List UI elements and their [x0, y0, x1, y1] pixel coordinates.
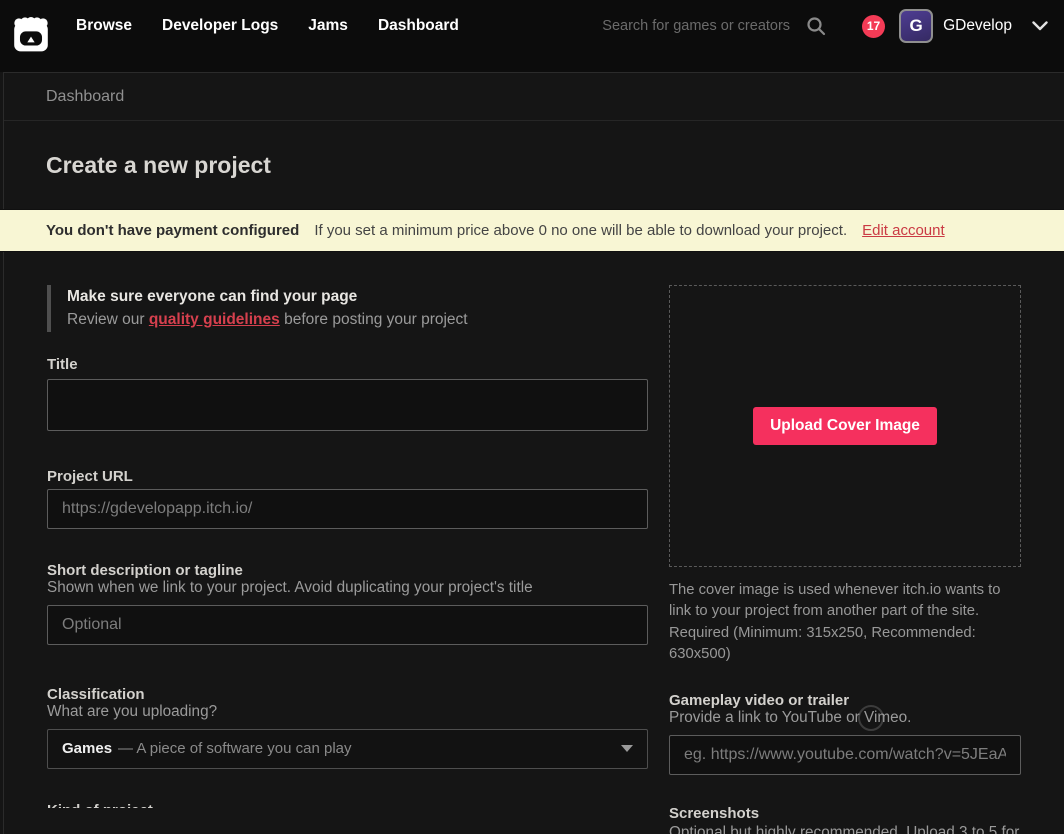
- quality-guidelines-link[interactable]: quality guidelines: [149, 311, 280, 328]
- search-input[interactable]: Search for games or creators: [602, 18, 790, 34]
- short-description-help: Shown when we link to your project. Avoi…: [47, 579, 648, 597]
- upload-cover-image-button[interactable]: Upload Cover Image: [753, 407, 937, 445]
- search-icon[interactable]: [806, 16, 826, 36]
- screenshots-label: Screenshots: [669, 805, 1021, 822]
- breadcrumb-bar: Dashboard: [4, 73, 1064, 121]
- page-container: Dashboard Create a new project You don't…: [3, 72, 1064, 834]
- payment-warning-banner: You don't have payment configured If you…: [0, 209, 1064, 252]
- project-url-input[interactable]: [47, 489, 648, 529]
- cover-image-description: The cover image is used whenever itch.io…: [669, 580, 1021, 666]
- quality-note-text-after: before posting your project: [280, 311, 468, 328]
- title-input[interactable]: [47, 379, 648, 431]
- banner-text: If you set a minimum price above 0 no on…: [314, 222, 847, 239]
- gameplay-video-input[interactable]: [669, 735, 1021, 775]
- kind-of-project-section: Kind of project: [47, 802, 648, 808]
- classification-selected-desc: — A piece of software you can play: [118, 740, 351, 757]
- short-description-input[interactable]: [47, 605, 648, 645]
- kind-of-project-label: Kind of project: [47, 802, 648, 808]
- classification-selected-value: Games: [62, 740, 112, 757]
- form-left-column: Make sure everyone can find your page Re…: [47, 285, 648, 834]
- itchio-logo-icon[interactable]: [10, 13, 52, 55]
- banner-bold-text: You don't have payment configured: [46, 222, 299, 239]
- classification-select[interactable]: Games — A piece of software you can play: [47, 729, 648, 769]
- chevron-down-icon[interactable]: [1032, 21, 1048, 31]
- notification-badge[interactable]: 17: [862, 15, 885, 38]
- form-right-column: Upload Cover Image The cover image is us…: [669, 285, 1021, 834]
- nav-item-dashboard[interactable]: Dashboard: [378, 17, 459, 35]
- dropdown-caret-icon: [621, 745, 633, 752]
- quality-note: Make sure everyone can find your page Re…: [47, 285, 648, 332]
- nav-item-jams[interactable]: Jams: [308, 17, 348, 35]
- gameplay-video-help-text: Provide a link to YouTube or Vimeo.: [669, 709, 911, 726]
- nav-item-developer-logs[interactable]: Developer Logs: [162, 17, 278, 35]
- page-title: Create a new project: [46, 152, 1064, 179]
- nav-item-browse[interactable]: Browse: [76, 17, 132, 35]
- top-nav: Browse Developer Logs Jams Dashboard Sea…: [0, 0, 1064, 72]
- avatar[interactable]: G: [899, 9, 933, 43]
- cover-image-dropzone: Upload Cover Image: [669, 285, 1021, 567]
- title-label: Title: [47, 356, 648, 373]
- quality-note-text-before: Review our: [67, 311, 149, 328]
- gameplay-video-help: Provide a link to YouTube or Vimeo.: [669, 709, 1021, 727]
- gameplay-video-label: Gameplay video or trailer: [669, 692, 1021, 709]
- short-description-label: Short description or tagline: [47, 562, 648, 579]
- classification-label: Classification: [47, 686, 648, 703]
- form-area: Make sure everyone can find your page Re…: [4, 252, 1064, 834]
- breadcrumb[interactable]: Dashboard: [46, 88, 124, 106]
- quality-note-subtitle: Review our quality guidelines before pos…: [67, 308, 648, 331]
- classification-help: What are you uploading?: [47, 703, 648, 721]
- username-label[interactable]: GDevelop: [943, 17, 1012, 35]
- project-url-label: Project URL: [47, 468, 648, 485]
- screenshots-help: Optional but highly recommended. Upload …: [669, 824, 1021, 834]
- quality-note-title: Make sure everyone can find your page: [67, 285, 648, 308]
- edit-account-link[interactable]: Edit account: [862, 222, 945, 239]
- nav-links: Browse Developer Logs Jams Dashboard: [76, 17, 459, 35]
